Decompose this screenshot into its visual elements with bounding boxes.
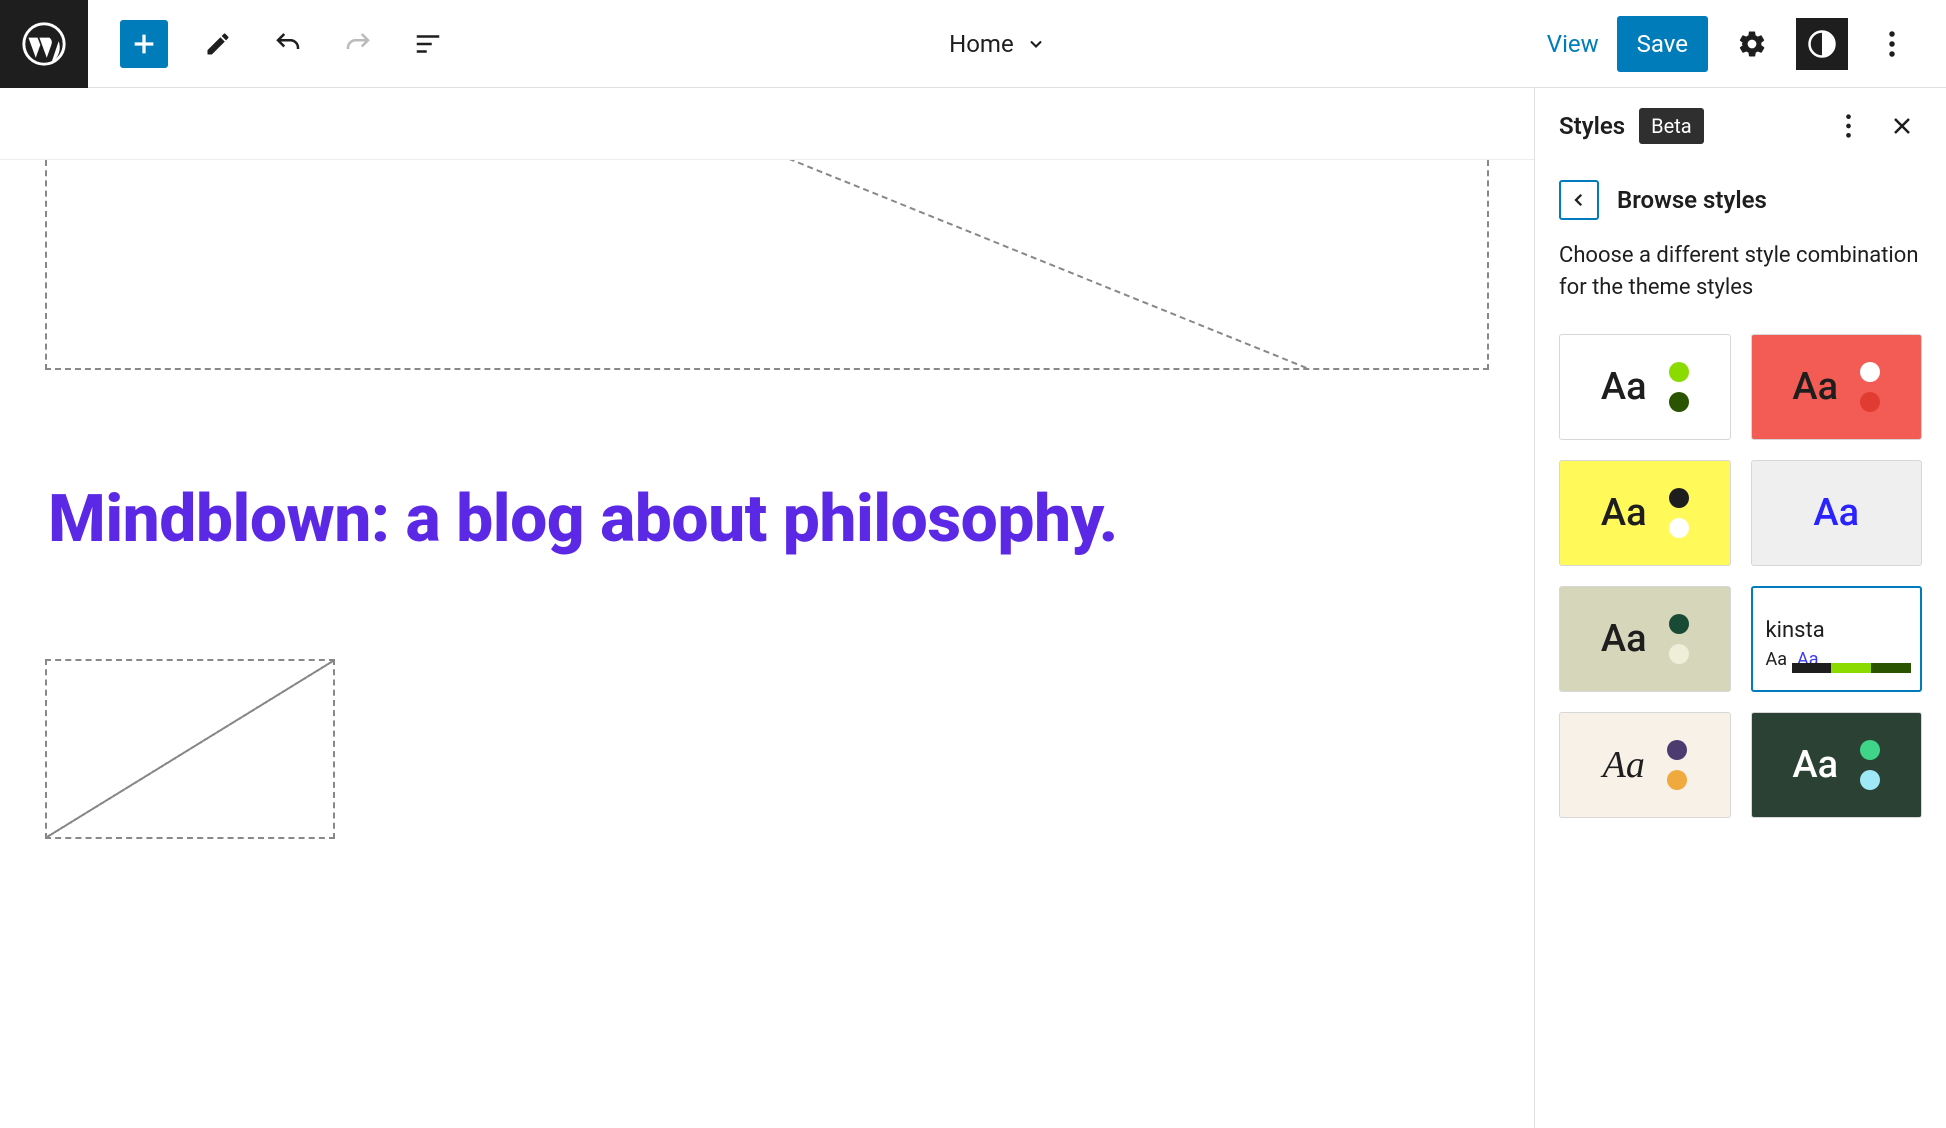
style-variation[interactable]: Aa [1751,334,1923,440]
panel-more-icon[interactable] [1828,106,1868,146]
panel-body: Browse styles Choose a different style c… [1535,164,1946,1128]
more-options-icon[interactable] [1866,18,1918,70]
beta-badge: Beta [1639,108,1704,144]
styles-icon[interactable] [1796,18,1848,70]
panel-title: Styles [1559,112,1625,140]
top-toolbar: Home View Save [0,0,1946,88]
hero-heading[interactable]: Mindblown: a blog about philosophy. [48,480,1486,559]
undo-icon[interactable] [268,24,308,64]
panel-header: Styles Beta [1535,88,1946,164]
chevron-down-icon [1026,34,1046,54]
style-variation[interactable]: Aa [1751,712,1923,818]
edit-icon[interactable] [198,24,238,64]
nav-label: Browse styles [1617,186,1767,214]
save-button[interactable]: Save [1617,16,1708,72]
view-link[interactable]: View [1547,30,1599,58]
image-placeholder-block[interactable] [45,659,335,839]
list-view-icon[interactable] [408,24,448,64]
style-variation-kinsta[interactable]: kinsta AaAa [1751,586,1923,692]
settings-icon[interactable] [1726,18,1778,70]
panel-description: Choose a different style combination for… [1559,240,1922,304]
style-variation[interactable]: Aa [1559,712,1731,818]
template-name: Home [949,30,1014,58]
styles-panel: Styles Beta Browse styles Choose a diffe… [1534,88,1946,1128]
style-variation[interactable]: Aa [1751,460,1923,566]
style-variation[interactable]: Aa [1559,334,1731,440]
back-button[interactable] [1559,180,1599,220]
styles-grid: AaAaAaAaAa kinsta AaAa AaAa [1559,334,1922,818]
redo-icon [338,24,378,64]
style-variation[interactable]: Aa [1559,586,1731,692]
add-block-button[interactable] [120,20,168,68]
header-placeholder-block[interactable] [45,160,1489,370]
panel-nav: Browse styles [1559,180,1922,220]
editor-canvas[interactable]: Mindblown: a blog about philosophy. [0,88,1534,1128]
template-selector[interactable]: Home [448,30,1547,58]
style-name: kinsta [1766,618,1825,643]
style-variation[interactable]: Aa [1559,460,1731,566]
main-layout: Mindblown: a blog about philosophy. Styl… [0,88,1946,1128]
toolbar-left [88,20,448,68]
close-icon[interactable] [1882,106,1922,146]
toolbar-right: View Save [1547,16,1946,72]
wordpress-logo[interactable] [0,0,88,88]
